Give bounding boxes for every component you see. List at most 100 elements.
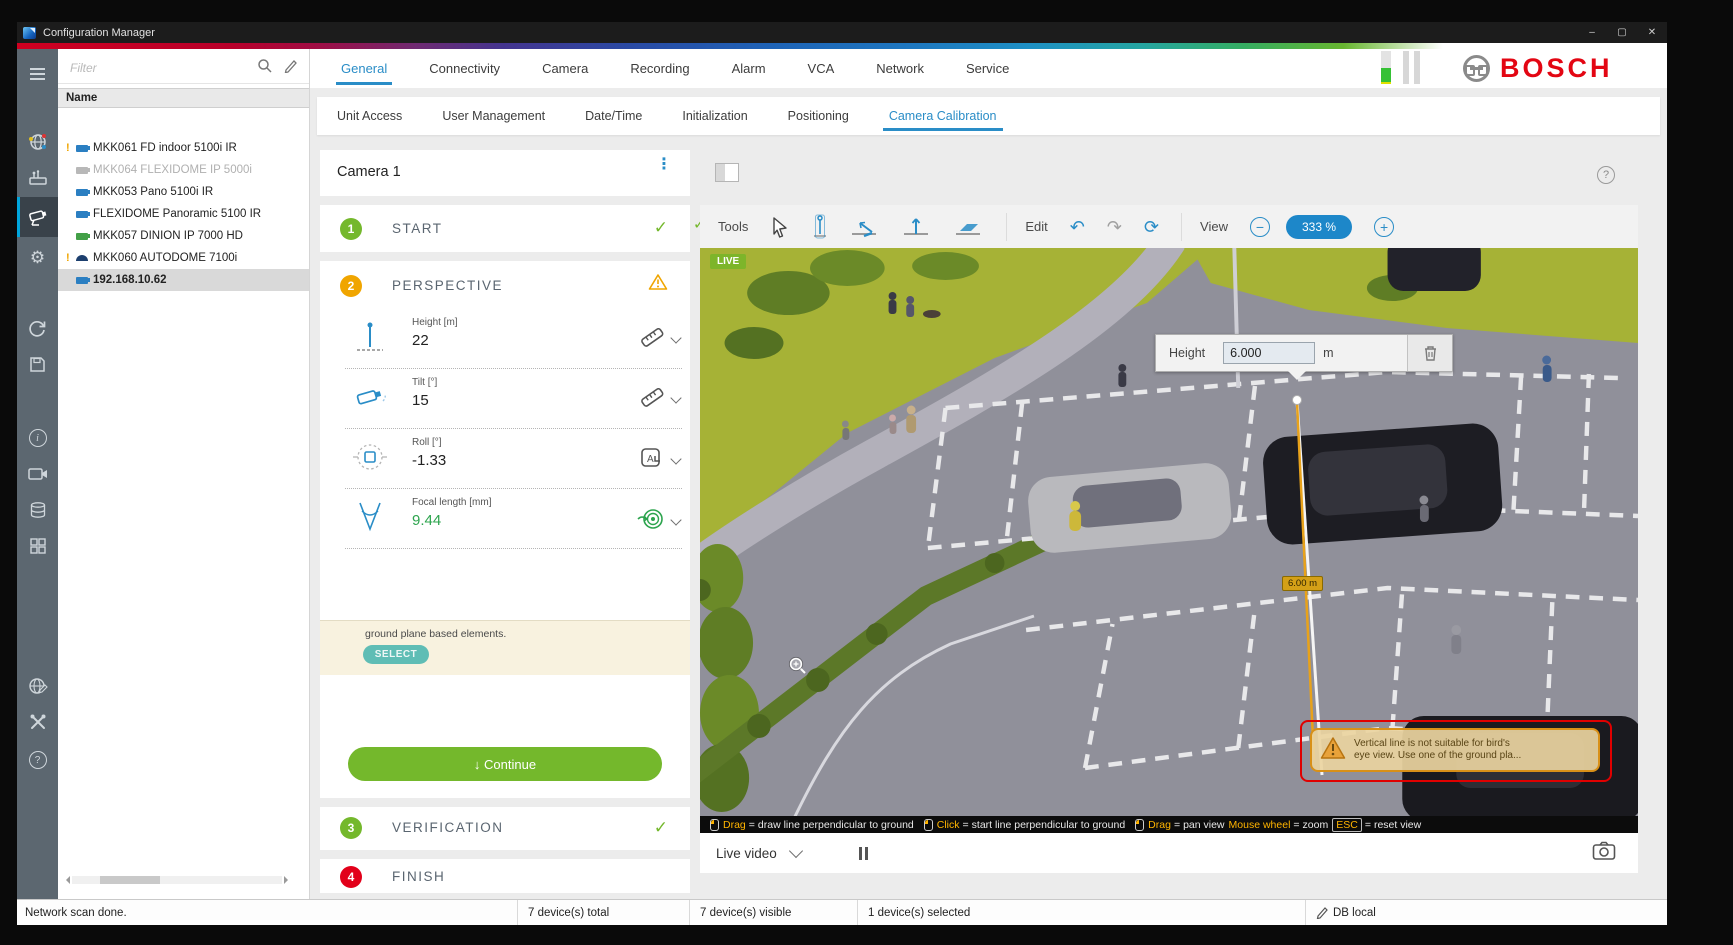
help-icon[interactable]: ?	[17, 743, 58, 777]
measure-ruler-icon[interactable]	[640, 327, 664, 352]
undo-icon[interactable]: ↶	[1070, 218, 1085, 236]
video-source-label[interactable]: Live video	[716, 846, 777, 861]
app-window: Configuration Manager – ▢ ✕ General Conn…	[17, 22, 1667, 925]
status-devices-visible: 7 device(s) visible	[689, 900, 791, 925]
subtab-unit-access[interactable]: Unit Access	[317, 97, 422, 135]
subtab-camera-calibration[interactable]: Camera Calibration	[869, 97, 1017, 135]
instruction-bar: Drag=draw line perpendicular to ground C…	[700, 816, 1638, 833]
tree-row-mkk061[interactable]: !MKK061 FD indoor 5100i IR	[58, 137, 309, 159]
warning-tooltip: Vertical line is not suitable for bird's…	[1310, 728, 1600, 772]
tree-horizontal-scrollbar[interactable]	[62, 875, 292, 885]
chevron-down-icon[interactable]	[670, 392, 681, 403]
camera-header-row: Camera 1 ⋮	[320, 150, 690, 196]
tab-general[interactable]: General	[320, 49, 408, 88]
step-label: PERSPECTIVE	[392, 278, 503, 293]
subtab-user-management[interactable]: User Management	[422, 97, 565, 135]
tree-row-mkk053[interactable]: MKK053 Pano 5100i IR	[58, 181, 309, 203]
save-icon[interactable]	[17, 347, 58, 381]
device-list-icon[interactable]	[17, 161, 58, 195]
refresh-icon[interactable]	[17, 311, 58, 345]
load-meter	[1414, 51, 1420, 84]
auto-value-icon[interactable]: A	[640, 447, 664, 474]
video-canvas[interactable]: LIVE Height m 6.00 m	[700, 248, 1638, 816]
chevron-down-icon[interactable]	[670, 332, 681, 343]
tab-network[interactable]: Network	[855, 49, 945, 88]
snapshot-camera-icon[interactable]	[1592, 841, 1616, 866]
reset-icon[interactable]: ⟳	[1144, 218, 1159, 236]
tilt-value[interactable]: 15	[412, 392, 429, 409]
plane-tool-icon[interactable]	[954, 215, 984, 239]
ground-line-tool-icon[interactable]	[850, 215, 880, 239]
close-button[interactable]: ✕	[1637, 22, 1667, 43]
panel-toggle-icon[interactable]	[715, 163, 739, 182]
camera-page-icon[interactable]	[17, 197, 58, 237]
chevron-down-icon[interactable]	[670, 453, 681, 464]
focal-length-value[interactable]: 9.44	[412, 512, 441, 529]
height-value[interactable]: 22	[412, 332, 429, 349]
step-start[interactable]: 1 START ✓	[320, 205, 690, 252]
height-overlay-input[interactable]	[1223, 342, 1315, 364]
vertical-line-tool-icon[interactable]	[812, 214, 828, 240]
tree-row-mkk064[interactable]: MKK064 FLEXIDOME IP 5000i	[58, 159, 309, 181]
pause-icon[interactable]	[859, 847, 868, 860]
tree-row-flexidome[interactable]: FLEXIDOME Panoramic 5100 IR	[58, 203, 309, 225]
roll-value[interactable]: -1.33	[412, 452, 446, 469]
tab-alarm[interactable]: Alarm	[711, 49, 787, 88]
grid-view-icon[interactable]	[17, 529, 58, 563]
height-overlay: Height m	[1155, 334, 1453, 372]
tree-header[interactable]: Name	[58, 88, 309, 108]
video-monitor-icon[interactable]	[17, 457, 58, 491]
pencil-icon[interactable]	[283, 58, 297, 78]
redo-icon[interactable]: ↷	[1107, 218, 1122, 236]
step-finish[interactable]: 4 FINISH	[320, 859, 690, 893]
tab-recording[interactable]: Recording	[609, 49, 710, 88]
auto-calibrated-target-icon[interactable]	[636, 507, 664, 536]
step-label: VERIFICATION	[392, 820, 504, 835]
minimize-button[interactable]: –	[1577, 22, 1607, 43]
measure-ruler-icon[interactable]	[640, 387, 664, 412]
select-button[interactable]: SELECT	[363, 645, 429, 664]
main-tabs: General Connectivity Camera Recording Al…	[320, 49, 1030, 88]
tree-row-mkk060[interactable]: !MKK060 AUTODOME 7100i	[58, 247, 309, 269]
network-scan-icon[interactable]	[17, 125, 58, 159]
info-icon[interactable]: i	[17, 421, 58, 455]
tab-camera[interactable]: Camera	[521, 49, 609, 88]
chevron-down-icon[interactable]	[670, 514, 681, 525]
tab-vca[interactable]: VCA	[787, 49, 856, 88]
kebab-menu-icon[interactable]: ⋮	[656, 161, 672, 169]
vertical-ground-tool-icon[interactable]	[902, 215, 932, 239]
tab-service[interactable]: Service	[945, 49, 1030, 88]
tab-connectivity[interactable]: Connectivity	[408, 49, 521, 88]
filter-input[interactable]	[58, 60, 257, 76]
warning-highlight-rect: Vertical line is not suitable for bird's…	[1300, 720, 1612, 782]
network-edit-icon[interactable]	[17, 669, 58, 703]
subtab-date-time[interactable]: Date/Time	[565, 97, 662, 135]
warning-mark-icon: !	[66, 142, 72, 154]
database-icon[interactable]	[17, 493, 58, 527]
db-edit-icon	[1316, 906, 1328, 919]
step-verification[interactable]: 3 VERIFICATION ✓	[320, 807, 690, 850]
chevron-down-icon[interactable]	[789, 844, 803, 858]
menu-icon[interactable]	[17, 57, 58, 91]
scroll-left-arrow-icon[interactable]	[62, 876, 70, 884]
zoom-cursor-icon	[788, 656, 808, 681]
delete-line-button[interactable]	[1407, 335, 1452, 371]
subtab-positioning[interactable]: Positioning	[768, 97, 869, 135]
field-roll: Roll [°] -1.33 A	[320, 429, 690, 489]
tree-row-selected-ip[interactable]: 192.168.10.62	[58, 269, 309, 291]
settings-gear-icon[interactable]: ⚙	[17, 241, 58, 275]
sub-tabs: Unit Access User Management Date/Time In…	[317, 97, 1660, 135]
continue-button[interactable]: ↓ Continue	[348, 747, 662, 781]
subtab-initialization[interactable]: Initialization	[662, 97, 767, 135]
zoom-level-button[interactable]: 333 %	[1286, 215, 1352, 239]
tools-icon[interactable]	[17, 705, 58, 739]
restore-button[interactable]: ▢	[1607, 22, 1637, 43]
scroll-right-arrow-icon[interactable]	[284, 876, 292, 884]
tree-row-mkk057[interactable]: MKK057 DINION IP 7000 HD	[58, 225, 309, 247]
zoom-out-icon[interactable]: −	[1250, 217, 1270, 237]
field-focal-length: Focal length [mm] 9.44	[320, 489, 690, 549]
zoom-in-icon[interactable]: +	[1374, 217, 1394, 237]
cursor-tool-icon[interactable]	[770, 216, 790, 238]
search-icon[interactable]	[257, 58, 273, 79]
page-help-icon[interactable]: ?	[1597, 166, 1615, 184]
